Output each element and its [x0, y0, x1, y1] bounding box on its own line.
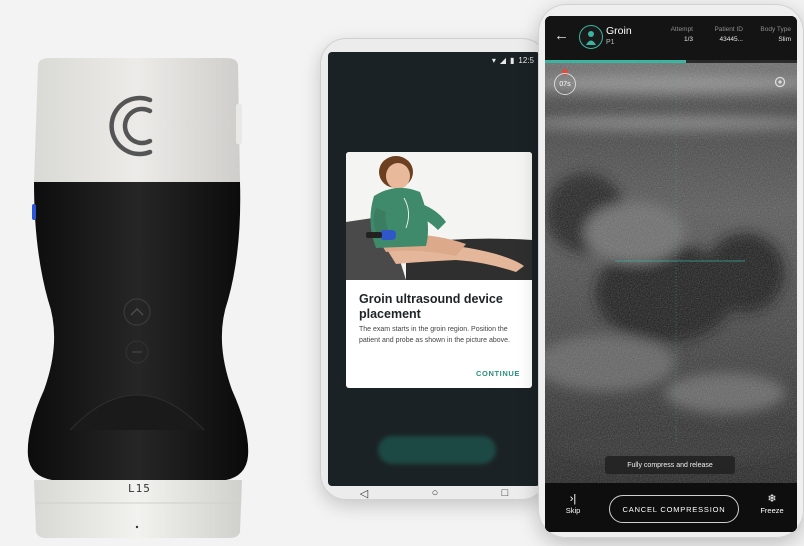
dialog-body: The exam starts in the groin region. Pos… — [359, 326, 510, 344]
attempt-value: 1/3 — [683, 36, 693, 43]
patient-id-label: Patient ID — [714, 26, 743, 33]
skip-icon: ›| — [569, 493, 577, 505]
status-bar: ▾ ◢ ▮ 12:5 — [492, 54, 534, 66]
continue-button[interactable]: CONTINUE — [476, 369, 520, 378]
body-region-icon — [579, 25, 603, 49]
phone-left-screen: ▾ ◢ ▮ 12:5 Groin ultrasound device place… — [328, 52, 540, 486]
freeze-label: Freeze — [760, 506, 784, 515]
nav-recents-icon[interactable]: □ — [502, 487, 509, 499]
freeze-button[interactable]: ❄ Freeze — [757, 493, 787, 515]
settings-icon[interactable] — [773, 75, 787, 89]
placement-dialog: Groin ultrasound device placement The ex… — [346, 152, 532, 388]
probe-illustration — [27, 58, 249, 538]
phone-left: ▾ ◢ ▮ 12:5 Groin ultrasound device place… — [320, 38, 548, 500]
skip-button[interactable]: ›| Skip — [561, 493, 585, 515]
body-type-value: Slim — [778, 36, 791, 43]
background-button-glow — [378, 436, 496, 464]
skip-label: Skip — [565, 506, 581, 515]
exam-header: ← Groin P1 Attempt 1/3 Patient ID 43445.… — [545, 16, 797, 60]
exam-bottom-bar: ›| Skip CANCEL COMPRESSION ❄ Freeze — [545, 483, 797, 532]
attempt-label: Attempt — [670, 26, 693, 33]
region-side: P1 — [606, 39, 615, 46]
probe-model-label: L15 — [128, 482, 151, 495]
back-arrow-icon[interactable]: ← — [554, 27, 569, 44]
scan-timer: 07s — [554, 73, 576, 95]
cancel-compression-button[interactable]: CANCEL COMPRESSION — [609, 495, 739, 523]
instruction-hint: Fully compress and release — [605, 456, 735, 474]
wifi-icon: ▾ — [491, 55, 496, 65]
body-type-column: Body Type Slim — [745, 25, 791, 45]
signal-icon: ◢ — [499, 55, 507, 65]
attempt-column: Attempt 1/3 — [657, 25, 693, 45]
ultrasound-probe: L15 — [0, 0, 270, 546]
nav-back-icon[interactable]: ◁ — [360, 487, 368, 500]
region-name: Groin — [606, 25, 632, 37]
nav-home-icon[interactable]: ○ — [432, 487, 439, 499]
android-nav-bar: ◁ ○ □ — [328, 486, 540, 500]
phone-right-screen: ← Groin P1 Attempt 1/3 Patient ID 43445.… — [545, 16, 797, 532]
snowflake-icon: ❄ — [767, 493, 777, 505]
ultrasound-image[interactable] — [545, 63, 797, 483]
placement-illustration — [346, 152, 532, 280]
patient-id-value: 43445... — [719, 36, 744, 43]
patient-id-column: Patient ID 43445... — [697, 25, 743, 45]
phone-right: ← Groin P1 Attempt 1/3 Patient ID 43445.… — [538, 4, 804, 538]
dialog-title: Groin ultrasound device placement — [359, 292, 503, 321]
status-time: 12:5 — [518, 55, 534, 65]
battery-icon: ▮ — [510, 55, 515, 65]
body-type-label: Body Type — [760, 26, 791, 33]
